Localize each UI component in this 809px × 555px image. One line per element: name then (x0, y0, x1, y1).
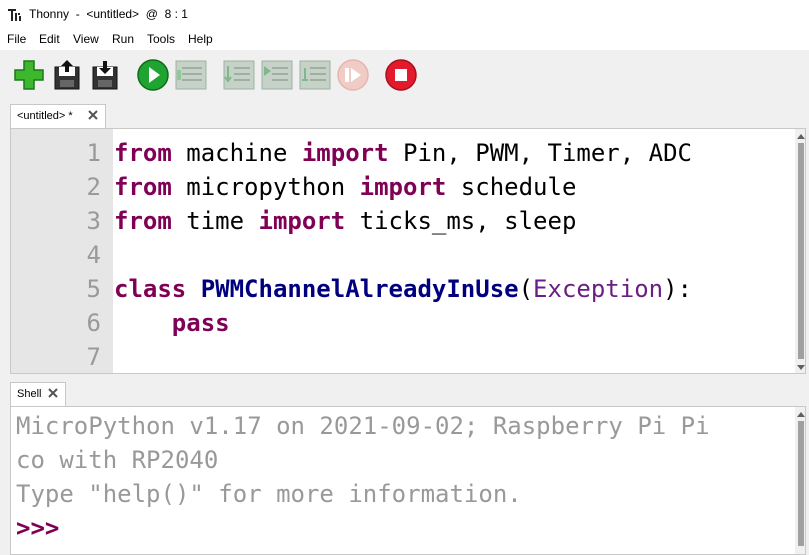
stop-icon (385, 59, 417, 91)
save-file-button[interactable] (88, 58, 122, 92)
keyword-token: from (114, 139, 172, 167)
code-token: Pin, PWM, Timer, ADC (388, 139, 692, 167)
line-number: 7 (86, 343, 101, 371)
code-token: ticks_ms, sleep (345, 207, 577, 235)
stop-button[interactable] (384, 58, 418, 92)
code-token: time (171, 207, 259, 235)
editor-scrollbar[interactable] (795, 129, 805, 373)
close-icon[interactable] (48, 388, 58, 398)
menu-file[interactable]: File (7, 32, 26, 46)
window-title: Thonny - <untitled> @ 8 : 1 (29, 7, 188, 21)
step-into-button[interactable] (260, 58, 294, 92)
step-out-button[interactable] (298, 58, 332, 92)
class-name-token: PWMChannelAlreadyInUse (200, 275, 519, 303)
debug-icon (175, 60, 207, 90)
debug-button[interactable] (174, 58, 208, 92)
step-over-icon (223, 60, 255, 90)
shell-output-line: co with RP2040 (16, 446, 219, 474)
code-token: machine (171, 139, 302, 167)
line-number: 3 (86, 207, 101, 235)
scroll-up-icon[interactable] (797, 411, 805, 417)
keyword-token: from (114, 207, 172, 235)
toolbar (0, 50, 809, 100)
code-token: ): (663, 275, 692, 303)
new-file-icon (14, 60, 44, 90)
line-number-gutter: 1 2 3 4 5 6 7 (11, 129, 113, 373)
code-line[interactable]: class PWMChannelAlreadyInUse(Exception): (114, 272, 692, 306)
code-editor[interactable]: 1 2 3 4 5 6 7 from machine import Pin, PWM, Ti… (10, 128, 806, 374)
code-line[interactable]: from time import ticks_ms, sleep (114, 204, 576, 238)
new-file-button[interactable] (12, 58, 46, 92)
title-bar: Thonny - <untitled> @ 8 : 1 (0, 0, 809, 30)
shell-scrollbar[interactable] (795, 407, 805, 554)
resume-icon (337, 59, 369, 91)
shell-scroll-thumb[interactable] (798, 421, 804, 546)
line-number: 4 (86, 241, 101, 269)
tab-shell[interactable]: Shell (10, 382, 66, 406)
code-token: micropython (171, 173, 360, 201)
tab-untitled[interactable]: <untitled> * (10, 104, 106, 128)
thonny-logo-icon (8, 9, 21, 21)
shell-output-line: Type "help()" for more information. (16, 480, 522, 508)
run-icon (137, 59, 169, 91)
open-file-icon (54, 60, 80, 90)
tab-untitled-label: <untitled> * (17, 110, 73, 122)
step-over-button[interactable] (222, 58, 256, 92)
shell-prompt[interactable]: >>> (16, 511, 59, 545)
menu-run[interactable]: Run (112, 32, 134, 46)
keyword-token: from (114, 173, 172, 201)
keyword-token: class (114, 275, 187, 303)
scroll-down-icon[interactable] (797, 365, 805, 371)
menu-bar: File Edit View Run Tools Help (0, 30, 809, 50)
code-line[interactable]: pass (114, 306, 230, 340)
close-icon[interactable] (88, 110, 98, 120)
line-number: 1 (86, 139, 101, 167)
keyword-token: import (301, 139, 389, 167)
save-file-icon (92, 61, 118, 90)
builtin-token: Exception (533, 275, 664, 303)
run-button[interactable] (136, 58, 170, 92)
menu-tools[interactable]: Tools (147, 32, 175, 46)
menu-help[interactable]: Help (188, 32, 213, 46)
code-line[interactable]: from micropython import schedule (114, 170, 576, 204)
line-number: 6 (86, 309, 101, 337)
keyword-token: import (258, 207, 346, 235)
line-number: 2 (86, 173, 101, 201)
code-line[interactable]: from machine import Pin, PWM, Timer, ADC (114, 136, 692, 170)
keyword-token: import (359, 173, 447, 201)
editor-scroll-thumb[interactable] (798, 143, 804, 359)
step-out-icon (299, 60, 331, 90)
tab-shell-label: Shell (17, 388, 42, 400)
code-token: ( (518, 275, 534, 303)
line-number: 5 (86, 275, 101, 303)
code-token: schedule (446, 173, 577, 201)
resume-button[interactable] (336, 58, 370, 92)
menu-view[interactable]: View (73, 32, 99, 46)
step-into-icon (261, 60, 293, 90)
shell-output-line: MicroPython v1.17 on 2021-09-02; Raspber… (16, 412, 710, 440)
keyword-token: pass (171, 309, 230, 337)
shell-panel[interactable]: MicroPython v1.17 on 2021-09-02; Raspber… (10, 406, 806, 555)
scroll-up-icon[interactable] (797, 133, 805, 139)
open-file-button[interactable] (50, 58, 84, 92)
menu-edit[interactable]: Edit (39, 32, 60, 46)
